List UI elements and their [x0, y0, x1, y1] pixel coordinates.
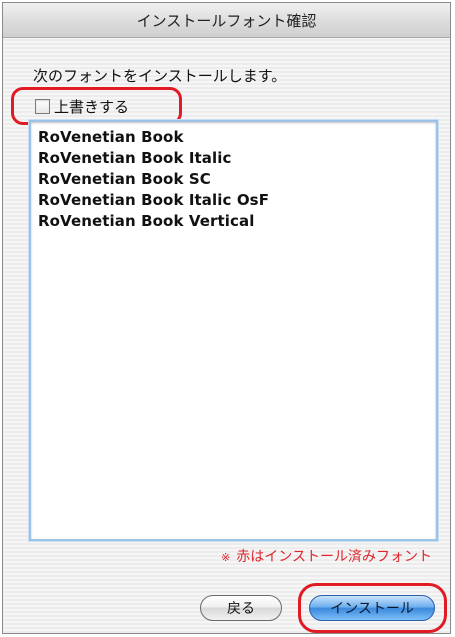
font-list-item[interactable]: RoVenetian Book Italic OsF — [38, 190, 436, 211]
window-title: インストールフォント確認 — [136, 11, 317, 30]
back-button[interactable]: 戻る — [200, 595, 282, 621]
legend-text: 赤はインストール済みフォント — [236, 549, 432, 565]
font-list-item[interactable]: RoVenetian Book Italic — [38, 148, 436, 169]
overwrite-checkbox[interactable] — [35, 98, 50, 114]
font-list-item[interactable]: RoVenetian Book Vertical — [38, 211, 436, 232]
title-bar: インストールフォント確認 — [3, 3, 450, 38]
install-dialog-window: インストールフォント確認 次のフォントをインストールします。 上書きする RoV… — [2, 2, 451, 634]
overwrite-label[interactable]: 上書きする — [54, 96, 129, 117]
font-list-item[interactable]: RoVenetian Book SC — [38, 169, 436, 190]
font-list[interactable]: RoVenetian Book RoVenetian Book Italic R… — [29, 120, 438, 541]
install-message: 次のフォントをインストールします。 — [33, 67, 287, 85]
font-list-item[interactable]: RoVenetian Book — [38, 127, 436, 148]
install-button[interactable]: インストール — [309, 595, 435, 621]
installed-fonts-legend: ※ 赤はインストール済みフォント — [221, 546, 432, 566]
legend-mark: ※ — [221, 551, 231, 564]
